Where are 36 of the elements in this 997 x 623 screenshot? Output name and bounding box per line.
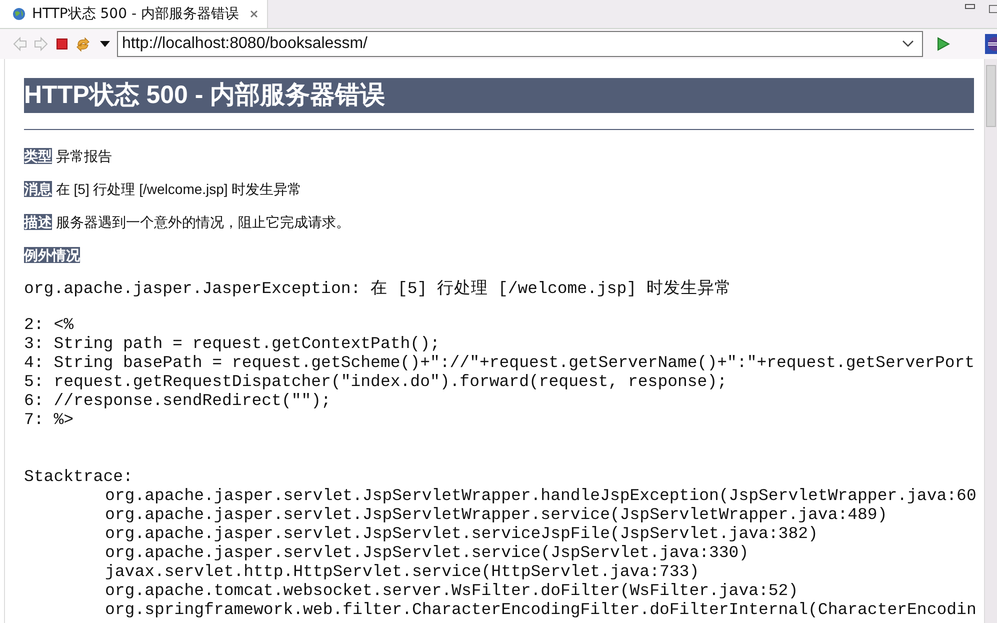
minimize-icon[interactable] <box>965 4 975 10</box>
scroll-thumb[interactable] <box>986 65 996 127</box>
code-line: 2: <% <box>24 315 75 334</box>
code-line: 5: request.getRequestDispatcher("index.do").forward(request, response); <box>24 372 728 391</box>
stacktrace-label: Stacktrace: <box>24 467 134 486</box>
refresh-icon[interactable] <box>75 36 91 52</box>
caret-icon[interactable] <box>100 41 110 47</box>
address-field[interactable]: http://localhost:8080/booksalessm/ <box>117 31 923 57</box>
field-value: 服务器遇到一个意外的情况，阻止它完成请求。 <box>56 214 350 230</box>
maximize-icon[interactable] <box>989 4 997 14</box>
stacktrace-line: org.springframework.web.filter.CharacterEncodingFilter.doFilterInternal(CharacterEncodin <box>104 600 974 619</box>
stop-icon[interactable] <box>54 36 70 52</box>
code-line: 4: String basePath = request.getScheme()+"://"+request.getServerName()+":"+request.getServerPort <box>24 353 974 372</box>
stacktrace-line: org.apache.jasper.servlet.JspServletWrapper.handleJspException(JspServletWrapper.java:60 <box>104 486 974 505</box>
code-line: 7: %> <box>24 410 75 429</box>
browser-tab[interactable]: HTTP状态 500 - 内部服务器错误 <box>0 0 268 28</box>
page-heading: HTTP状态 500 - 内部服务器错误 <box>24 78 974 113</box>
code-line: 3: String path = request.getContextPath(); <box>24 334 441 353</box>
exception-message: org.apache.jasper.JasperException: 在 [5] 行处理 [/welcome.jsp] 时发生异常 <box>24 279 732 298</box>
field-value: 异常报告 <box>56 148 112 164</box>
field-label: 类型 <box>24 148 52 164</box>
section-label: 例外情况 <box>24 247 80 263</box>
close-icon[interactable] <box>248 9 259 19</box>
stacktrace-line: org.apache.jasper.servlet.JspServlet.serviceJspFile(JspServlet.java:382) <box>104 524 819 543</box>
play-icon[interactable] <box>936 37 950 51</box>
chevron-icon[interactable] <box>902 40 914 48</box>
field-label: 描述 <box>24 214 52 230</box>
field-label: 消息 <box>24 181 52 197</box>
stacktrace-line: org.apache.jasper.servlet.JspServlet.service(JspServlet.java:330) <box>104 543 750 562</box>
tab-title: HTTP状态 500 - 内部服务器错误 <box>32 5 239 23</box>
stacktrace-line: javax.servlet.http.HttpServlet.service(HttpServlet.java:733) <box>104 562 700 581</box>
code-line: 6: //response.sendRedirect(""); <box>24 391 332 410</box>
field-value: 在 [5] 行处理 [/welcome.jsp] 时发生异常 <box>56 181 302 197</box>
scrollbar[interactable] <box>984 59 997 623</box>
stacktrace-line: org.apache.jasper.servlet.JspServletWrapper.service(JspServletWrapper.java:489) <box>104 505 888 524</box>
stacktrace-line: org.apache.tomcat.websocket.server.WsFilter.doFilter(WsFilter.java:52) <box>104 581 800 600</box>
